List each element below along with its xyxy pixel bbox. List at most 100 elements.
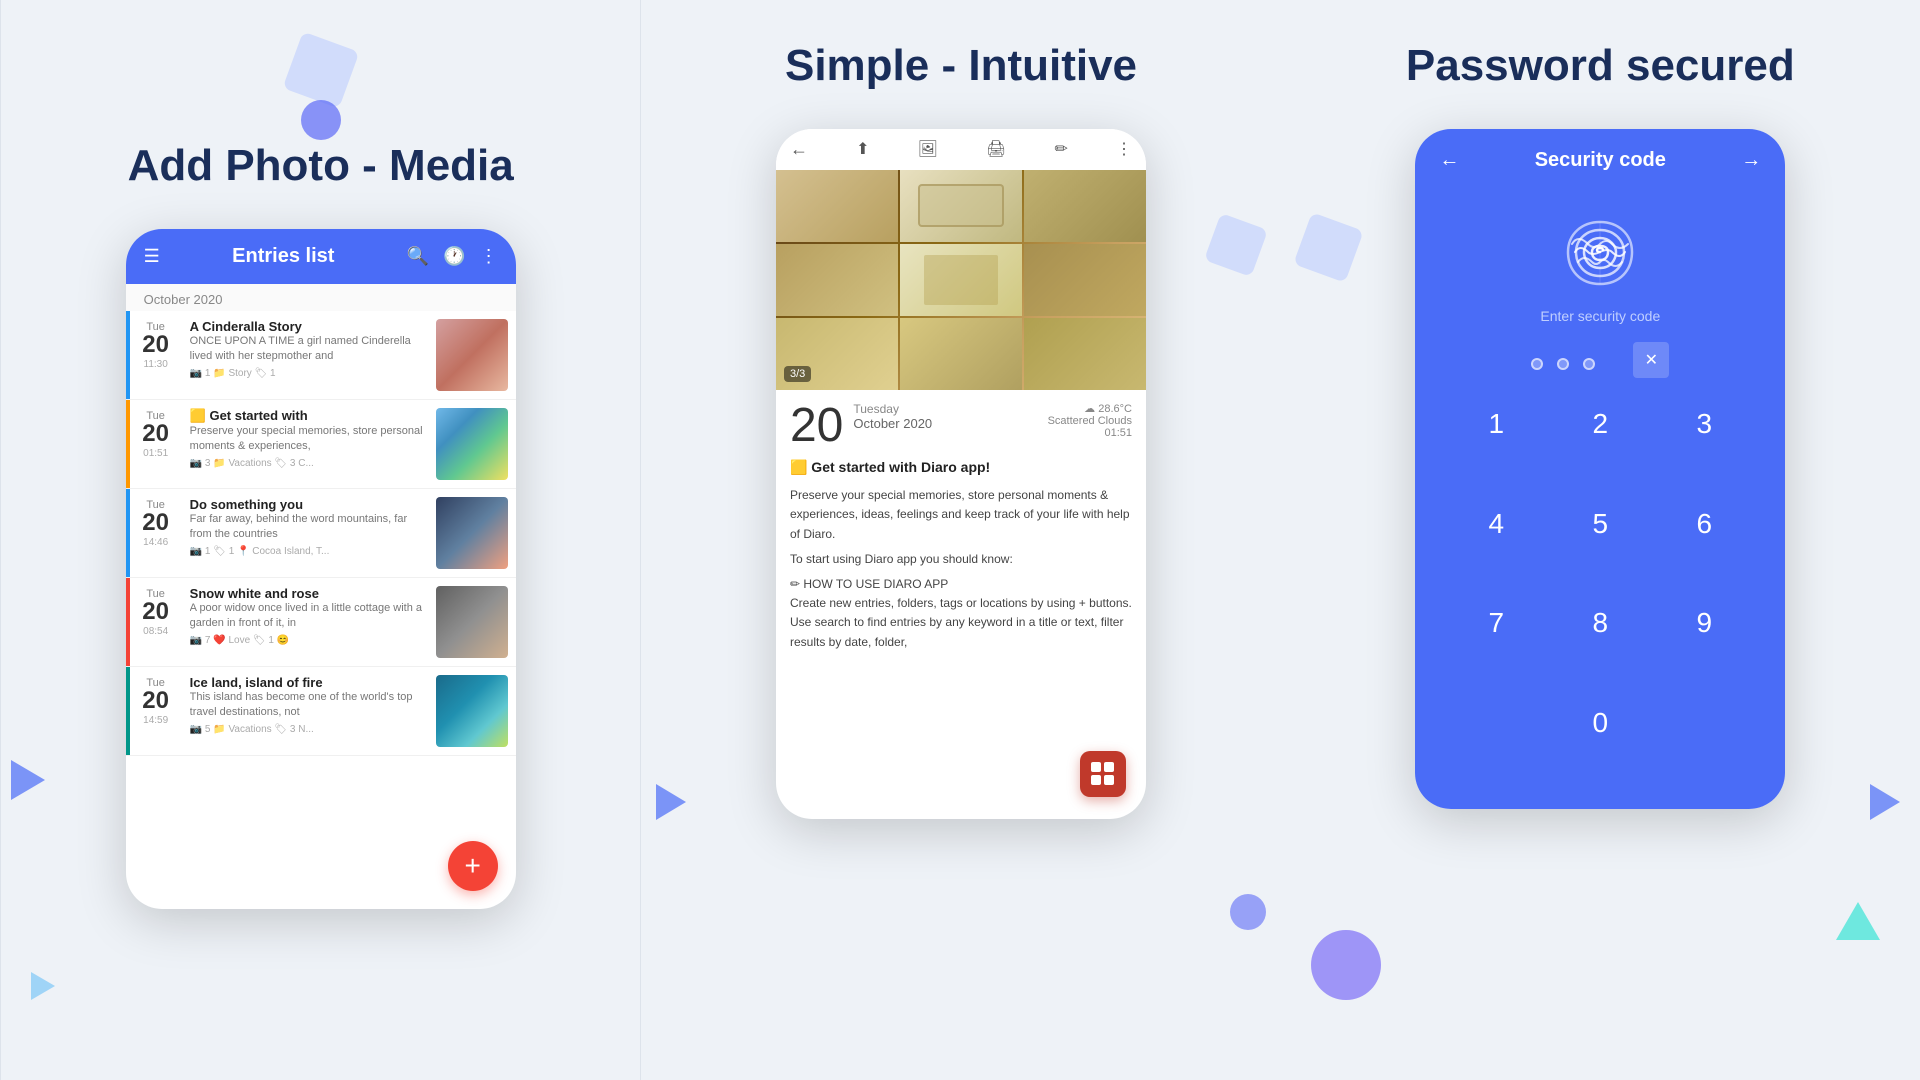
entry-date-3: Tue 20 14:46 [130, 489, 182, 577]
entry-thumbnail [436, 675, 508, 747]
grid-cell [776, 244, 898, 316]
print-icon[interactable]: 🖨 [986, 139, 1006, 159]
phone-mockup-1: ☰ Entries list 🔍 🕐 ⋮ October 2020 Tue 20… [126, 229, 516, 909]
numpad-7[interactable]: 7 [1445, 591, 1547, 655]
image-counter: 3/3 [784, 366, 811, 382]
entry-snippet: ONCE UPON A TIME a girl named Cinderella… [190, 334, 428, 365]
day-num: 20 [138, 422, 174, 446]
entry-snippet: Far far away, behind the word mountains,… [190, 512, 428, 543]
panel-add-photo: Add Photo - Media ☰ Entries list 🔍 🕐 ⋮ O… [0, 0, 641, 1080]
back-icon[interactable]: ← [790, 139, 808, 160]
list-item[interactable]: Tue 20 01:51 🟨 Get started with Preserve… [126, 400, 516, 489]
entry-thumbnail [436, 586, 508, 658]
numpad-9[interactable]: 9 [1653, 591, 1755, 655]
phone-mockup-3: ← Security code → [1415, 129, 1785, 809]
entry-body-text3: ✏ HOW TO USE DIARO APPCreate new entries… [790, 575, 1132, 652]
more-icon[interactable]: ⋮ [480, 246, 498, 267]
app-header: ☰ Entries list 🔍 🕐 ⋮ [126, 229, 516, 284]
deco-circle-3 [1311, 930, 1381, 1000]
entry-thumbnail [436, 497, 508, 569]
day-num: 20 [138, 600, 174, 624]
share-icon[interactable]: ⬆ [856, 139, 869, 159]
back-nav-icon[interactable]: ← [1439, 149, 1459, 172]
list-item[interactable]: Tue 20 14:46 Do something you Far far aw… [126, 489, 516, 578]
panel1-title: Add Photo - Media [128, 140, 514, 193]
list-item[interactable]: Tue 20 11:30 A Cinderalla Story ONCE UPO… [126, 311, 516, 400]
entry-time: 08:54 [138, 626, 174, 637]
numpad-6[interactable]: 6 [1653, 492, 1755, 556]
deco-arrow-1 [11, 760, 45, 800]
list-item[interactable]: Tue 20 08:54 Snow white and rose A poor … [126, 578, 516, 667]
fingerprint-icon[interactable] [1560, 212, 1640, 292]
numpad-4[interactable]: 4 [1445, 492, 1547, 556]
numpad-5[interactable]: 5 [1549, 492, 1651, 556]
deco-circle-2 [1230, 894, 1266, 930]
pin-dots-row [1531, 358, 1595, 370]
numpad-0[interactable]: 0 [1549, 691, 1651, 755]
panel3-title: Password secured [1406, 40, 1795, 93]
entry-body-title: 🟨 Get started with Diaro app! [790, 456, 1132, 478]
edit-icon[interactable]: ✏ [1054, 139, 1067, 159]
entry-snippet: Preserve your special memories, store pe… [190, 424, 428, 455]
panel-password-secured: Password secured ← Security code → [1281, 0, 1920, 1080]
fab-grid-button[interactable] [1080, 751, 1126, 797]
entry-date-4: Tue 20 08:54 [130, 578, 182, 666]
deco-circle-1 [301, 100, 341, 140]
photo-collage: 3/3 [776, 170, 1146, 390]
day-num: 20 [138, 511, 174, 535]
phone-mockup-2: ← ⬆ 🖼 🖨 ✏ ⋮ [776, 129, 1146, 819]
security-screen: ← Security code → [1415, 129, 1785, 809]
menu-icon[interactable]: ☰ [144, 246, 160, 267]
numpad-1[interactable]: 1 [1445, 392, 1547, 456]
entry-body: 🟨 Get started with Diaro app! Preserve y… [776, 456, 1146, 666]
entry-thumbnail [436, 319, 508, 391]
day-num: 20 [138, 689, 174, 713]
entry-meta: 📷 5 📁 Vacations 🏷 3 N... [190, 724, 428, 735]
day-num: 20 [138, 333, 174, 357]
grid-icon [1091, 762, 1114, 785]
entry-date-big: 20 [790, 402, 843, 450]
list-item[interactable]: Tue 20 14:59 Ice land, island of fire Th… [126, 667, 516, 756]
entry-time-label: 01:51 [1048, 427, 1132, 439]
entry-list: Tue 20 11:30 A Cinderalla Story ONCE UPO… [126, 311, 516, 903]
panel-simple-intuitive: Simple - Intuitive ← ⬆ 🖼 🖨 ✏ ⋮ [641, 0, 1280, 1080]
entry-content-4: Snow white and rose A poor widow once li… [182, 578, 436, 666]
search-icon[interactable]: 🔍 [407, 246, 429, 267]
numpad-2[interactable]: 2 [1549, 392, 1651, 456]
entry-title: Ice land, island of fire [190, 675, 428, 690]
entry-thumbnail [436, 408, 508, 480]
entry-time: 11:30 [138, 359, 174, 370]
deco-shape-2 [1204, 213, 1268, 277]
entry-content-3: Do something you Far far away, behind th… [182, 489, 436, 577]
entry-date-1: Tue 20 11:30 [130, 311, 182, 399]
fab-add-button[interactable]: + [448, 841, 498, 891]
numpad-8[interactable]: 8 [1549, 591, 1651, 655]
more-options-icon[interactable]: ⋮ [1116, 139, 1132, 159]
numpad-3[interactable]: 3 [1653, 392, 1755, 456]
entry-date-2: Tue 20 01:51 [130, 400, 182, 488]
grid-cell [1024, 244, 1146, 316]
grid-cell [900, 318, 1022, 390]
weekday-label: Tuesday [853, 402, 932, 416]
deco-triangle-1 [1836, 902, 1880, 940]
entry-date-info: Tuesday October 2020 [853, 402, 932, 431]
entry-meta: 📷 3 📁 Vacations 🏷 3 C... [190, 458, 428, 469]
history-icon[interactable]: 🕐 [443, 246, 465, 267]
grid-cell [1024, 318, 1146, 390]
grid-cell [776, 170, 898, 242]
app-header-title: Entries list [174, 245, 393, 268]
weather-temp: ☁ 28.6°C [1048, 402, 1132, 415]
entry-time: 14:59 [138, 715, 174, 726]
entry-body-text2: To start using Diaro app you should know… [790, 550, 1132, 569]
backspace-button[interactable]: ✕ [1633, 342, 1669, 378]
entry-content-5: Ice land, island of fire This island has… [182, 667, 436, 755]
security-subtitle: Enter security code [1540, 308, 1660, 324]
pin-dot-2 [1557, 358, 1569, 370]
entry-content-2: 🟨 Get started with Preserve your special… [182, 400, 436, 488]
entry-snippet: This island has become one of the world'… [190, 690, 428, 721]
image-icon[interactable]: 🖼 [918, 139, 938, 159]
forward-nav-icon[interactable]: → [1741, 149, 1761, 172]
pin-dot-3 [1583, 358, 1595, 370]
entry-date-5: Tue 20 14:59 [130, 667, 182, 755]
deco-arrow-4 [1870, 784, 1900, 820]
